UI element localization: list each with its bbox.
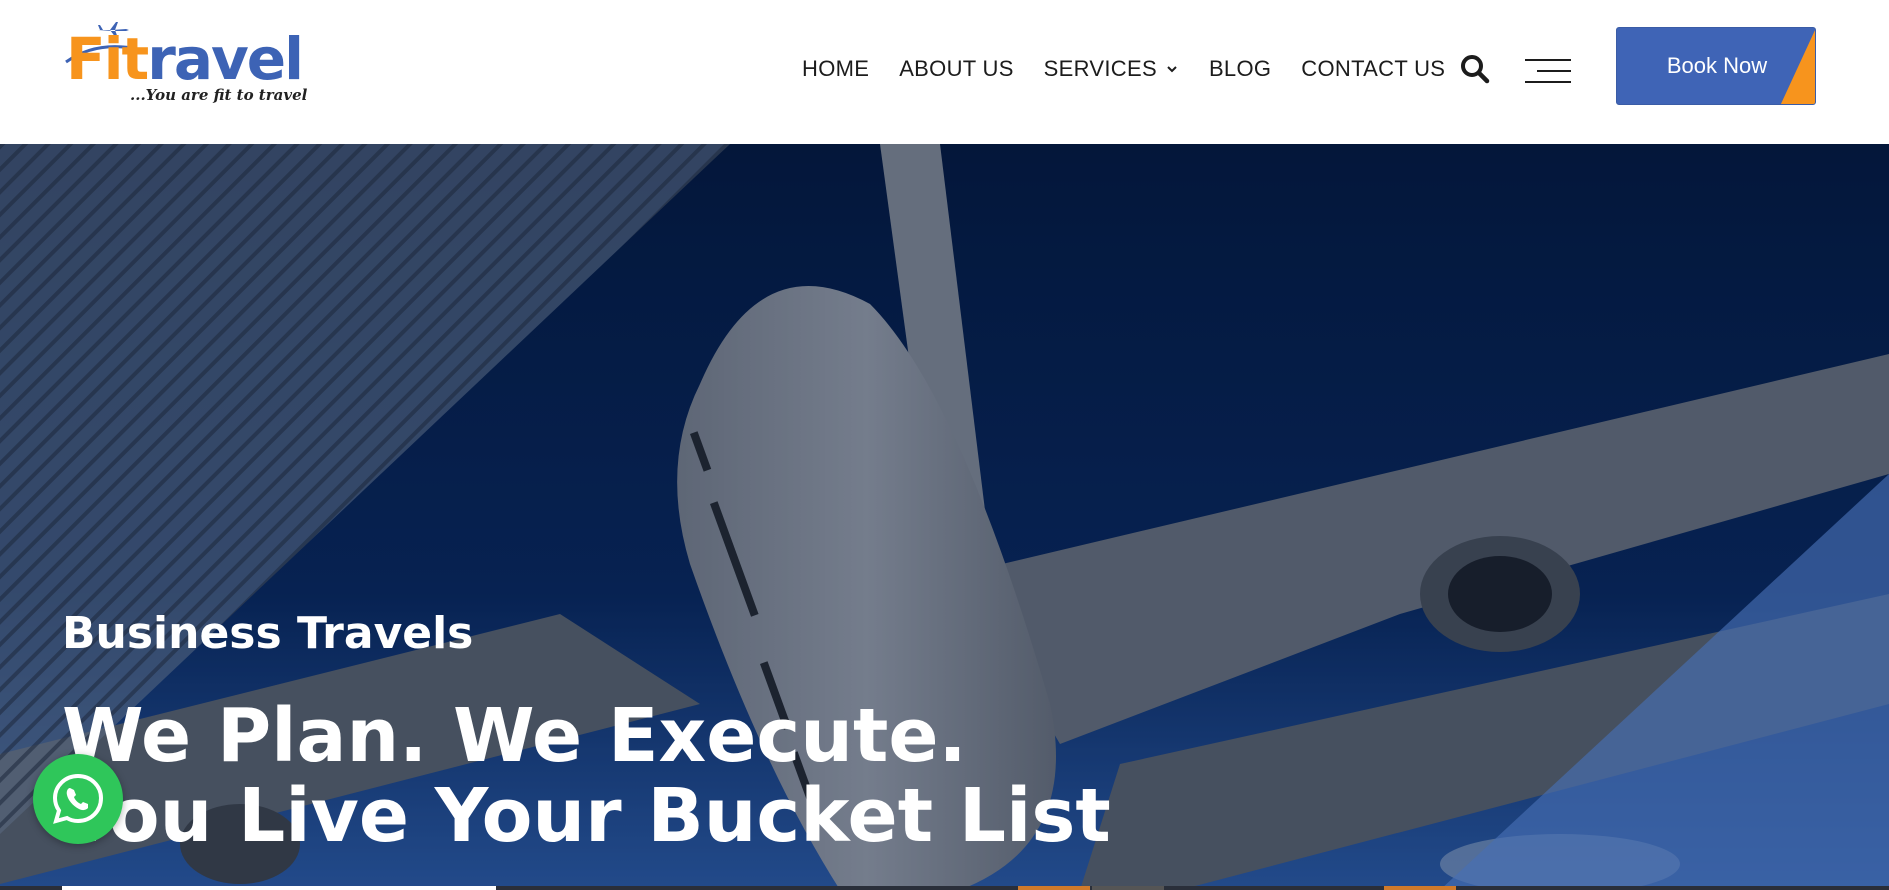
whatsapp-chat-button[interactable] (33, 754, 123, 844)
hero-banner: Business Travels We Plan. We Execute. Yo… (0, 144, 1889, 890)
slider-indicator[interactable] (1384, 886, 1456, 890)
hamburger-menu-button[interactable] (1525, 57, 1571, 85)
nav-home[interactable]: HOME (802, 56, 869, 82)
logo-tagline: ...You are fit to travel (130, 86, 308, 104)
hero-heading-line-2: You Live Your Bucket List (62, 773, 1111, 859)
hamburger-line (1537, 70, 1571, 72)
slider-indicator-active[interactable] (62, 886, 496, 890)
chevron-down-icon (1167, 66, 1177, 73)
main-nav: HOME ABOUT US SERVICES BLOG CONTACT US (802, 56, 1475, 82)
nav-contact-us[interactable]: CONTACT US (1301, 56, 1445, 82)
hero-heading: We Plan. We Execute. You Live Your Bucke… (62, 696, 1111, 856)
whatsapp-icon (52, 773, 104, 824)
nav-services[interactable]: SERVICES (1044, 56, 1179, 82)
fitravel-logo[interactable]: Fitravel ...You are fit to travel (65, 22, 308, 110)
button-corner-accent (1780, 30, 1815, 104)
book-now-button[interactable]: Book Now (1616, 27, 1816, 105)
slider-indicator[interactable] (1092, 886, 1164, 890)
nav-services-label: SERVICES (1043, 56, 1157, 81)
nav-blog[interactable]: BLOG (1209, 56, 1271, 82)
search-button[interactable] (1460, 54, 1490, 84)
hero-subtitle: Business Travels (62, 608, 474, 659)
hamburger-line (1525, 59, 1571, 61)
logo-wordmark: Fitravel (66, 25, 304, 93)
slider-indicator[interactable] (1018, 886, 1090, 890)
hero-heading-line-1: We Plan. We Execute. (62, 693, 967, 779)
hamburger-line (1525, 81, 1571, 83)
search-icon (1461, 55, 1490, 84)
site-header: Fitravel ...You are fit to travel HOME A… (0, 0, 1889, 144)
slider-progress-strip (0, 886, 1889, 890)
nav-about-us[interactable]: ABOUT US (899, 56, 1013, 82)
